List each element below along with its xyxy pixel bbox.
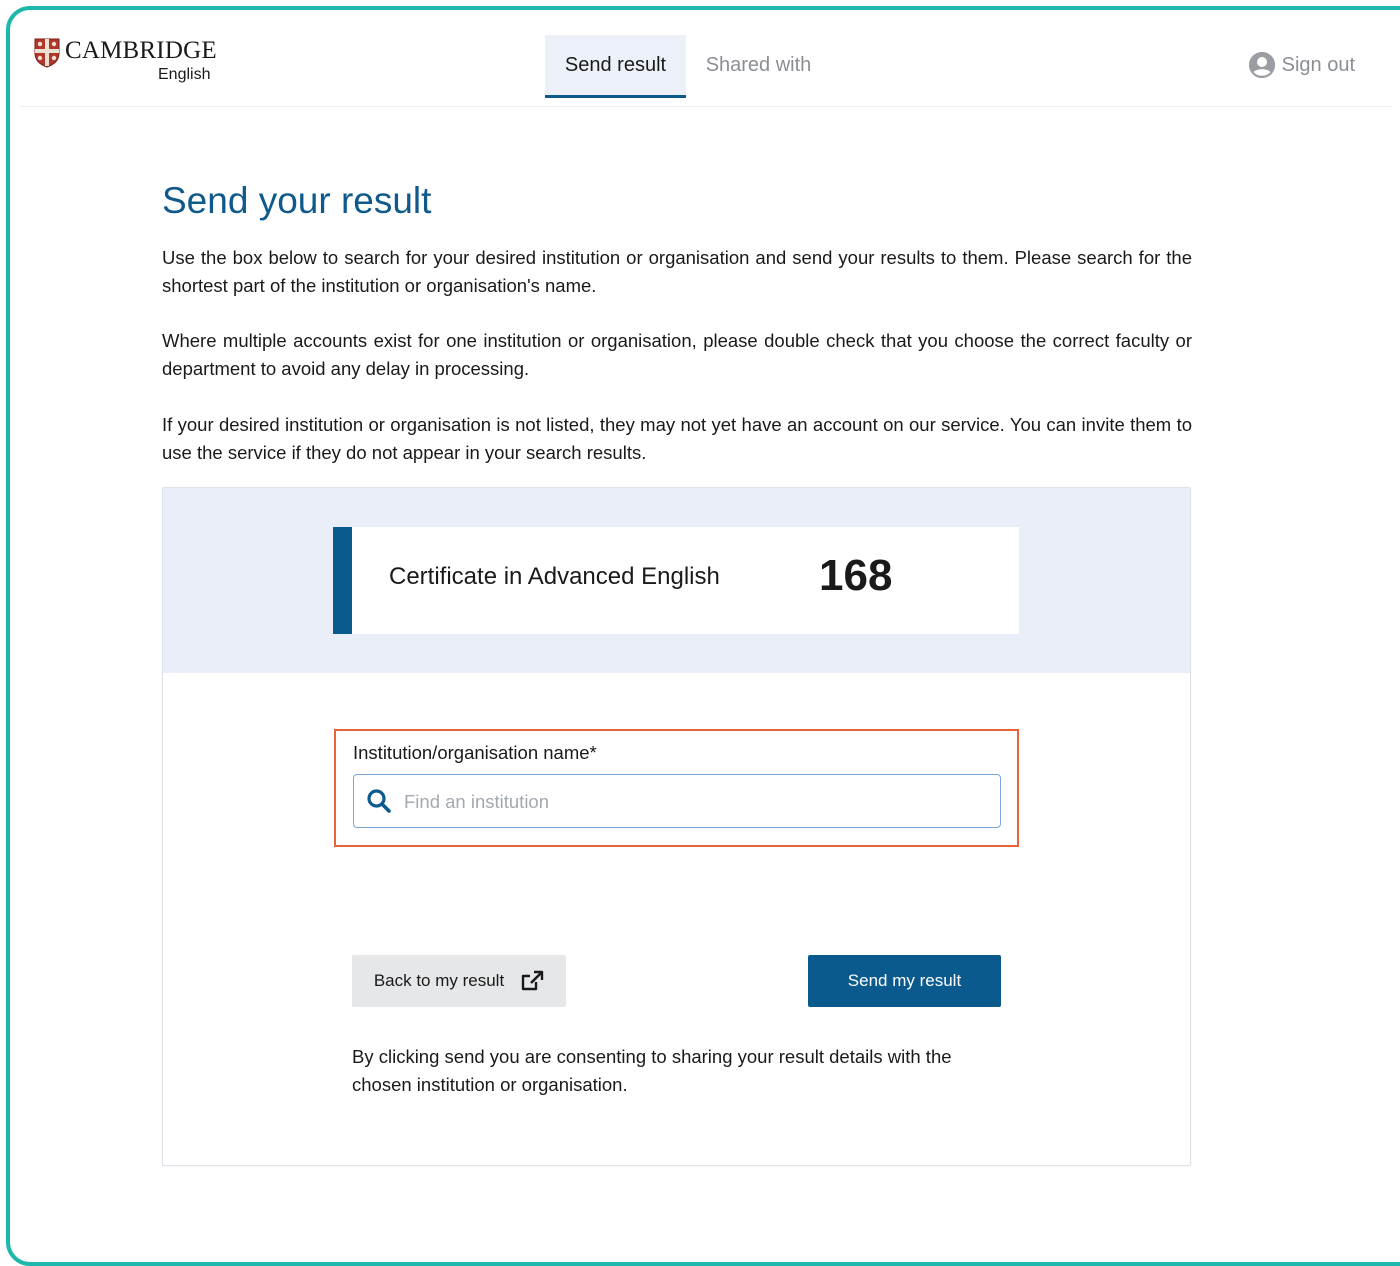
external-link-icon [521,970,544,991]
intro-paragraph-2: Where multiple accounts exist for one in… [162,330,1192,379]
intro-paragraph-1: Use the box below to search for your des… [162,247,1192,296]
top-navbar: CAMBRIDGE English Send result Shared wit… [20,20,1392,107]
shield-icon [34,38,60,68]
back-button-label: Back to my result [373,971,505,990]
search-field[interactable] [353,774,1001,828]
send-result-card: Certificate in Advanced English 168 Inst… [162,487,1191,1166]
page-title: Send your result [162,180,432,221]
tab-send-result[interactable]: Send result [545,35,686,98]
result-summary: Certificate in Advanced English 168 [333,527,1019,634]
consent-text: By clicking send you are consenting to s… [352,1046,952,1095]
institution-field-label: Institution/organisation name* [353,742,597,763]
cambridge-logo[interactable]: CAMBRIDGE English [34,36,234,86]
institution-field-group: Institution/organisation name* [334,729,1019,847]
intro-paragraph-3: If your desired institution or organisat… [162,414,1192,463]
result-accent-bar [333,527,352,634]
search-icon [367,789,391,813]
main-content: Send your result Use the box below to se… [162,180,1192,463]
search-input[interactable] [402,785,986,819]
user-circle-icon [1248,52,1275,78]
tab-shared-with[interactable]: Shared with [696,35,821,98]
exam-name: Certificate in Advanced English [389,563,720,590]
back-to-result-button[interactable]: Back to my result [352,955,566,1007]
send-my-result-button[interactable]: Send my result [808,955,1001,1007]
sign-out-link[interactable]: Sign out [1248,51,1355,79]
brand-sub: English [158,66,211,83]
result-panel: Certificate in Advanced English 168 [163,488,1190,673]
exam-score: 168 [819,551,893,600]
sign-out-label: Sign out [1281,53,1355,76]
brand-name: CAMBRIDGE [65,37,217,64]
